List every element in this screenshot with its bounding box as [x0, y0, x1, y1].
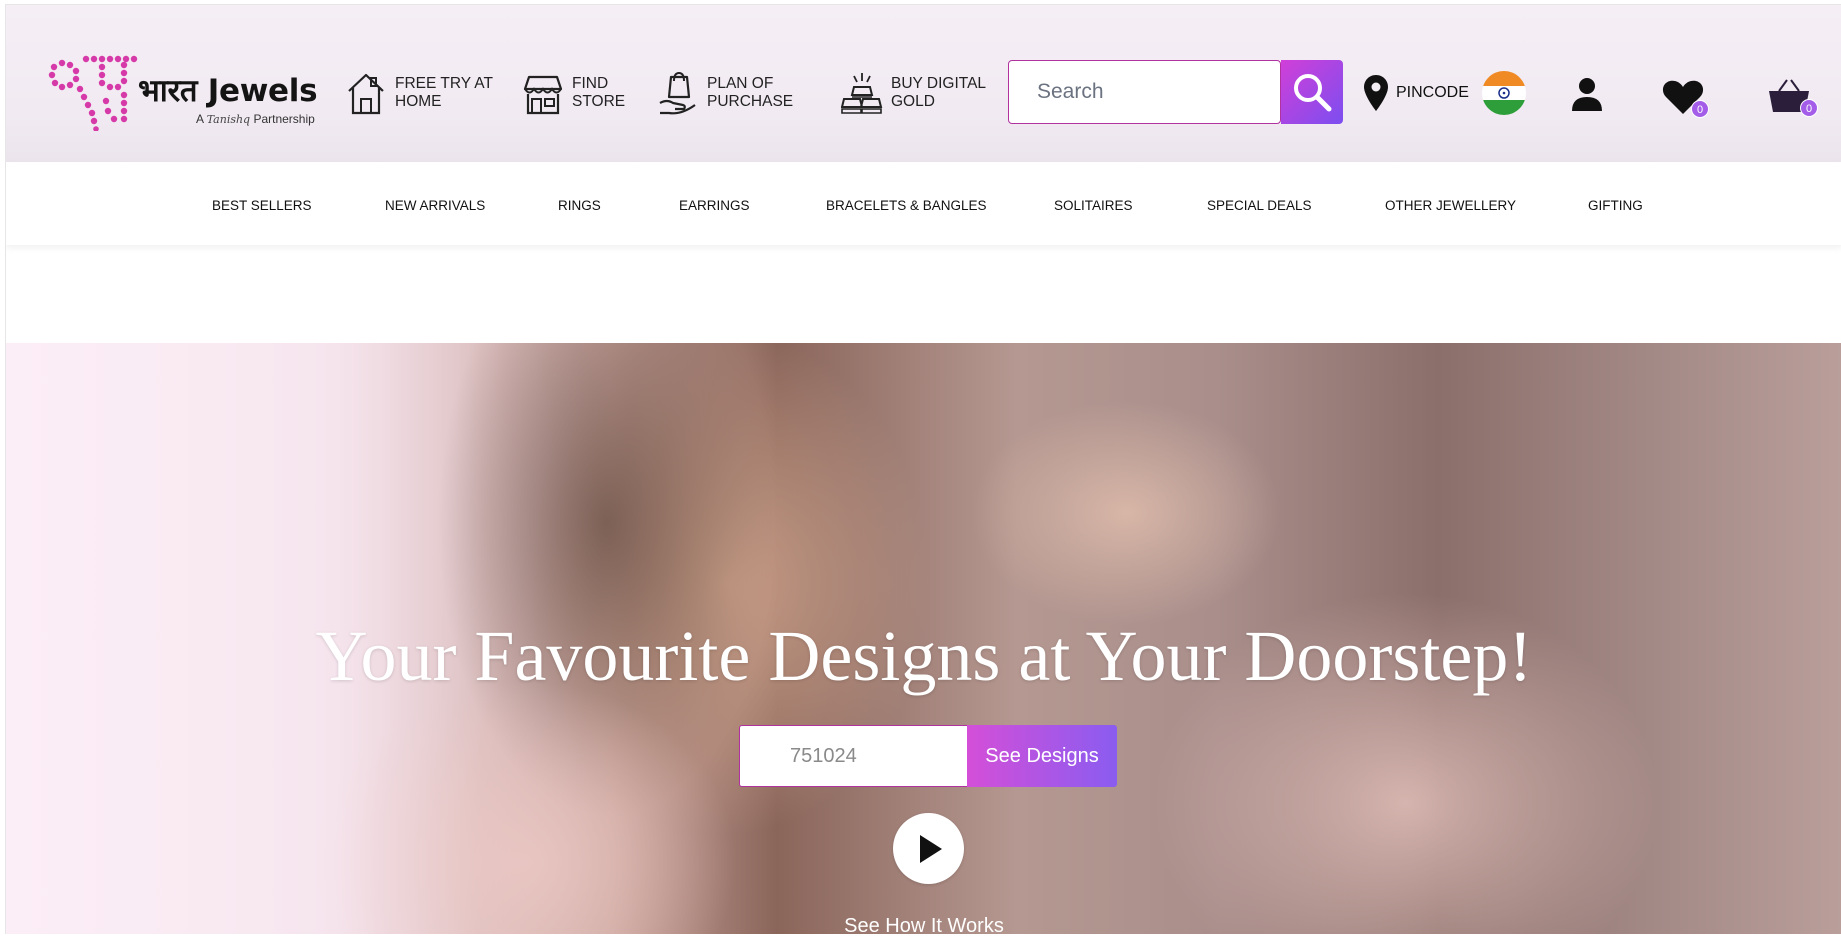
wishlist-button[interactable]: 0: [1658, 75, 1709, 119]
nav-item-earrings[interactable]: EARRINGS: [679, 198, 750, 213]
hero-pincode-input[interactable]: [739, 725, 967, 787]
hero-title: Your Favourite Designs at Your Doorstep!: [315, 616, 1533, 696]
nav-item-new-arrivals[interactable]: NEW ARRIVALS: [385, 198, 485, 213]
tagline-partner: Tanishq: [206, 113, 251, 126]
shopping-bag-hand-icon: [659, 71, 696, 115]
nav-item-solitaires[interactable]: SOLITAIRES: [1054, 198, 1133, 213]
plan-of-purchase-link[interactable]: PLAN OF PURCHASE: [657, 65, 793, 121]
see-designs-button[interactable]: See Designs: [967, 725, 1117, 787]
location-pin-icon: [1364, 75, 1388, 111]
header: भारत Jewels A Tanishq Partnership FREE T…: [6, 5, 1841, 162]
see-how-it-works-link[interactable]: See How It Works: [6, 915, 1841, 934]
brand-tagline: A Tanishq Partnership: [196, 112, 315, 126]
plan-of-purchase-label: PLAN OF PURCHASE: [707, 75, 794, 110]
logo-devanagari-mark: [48, 55, 138, 131]
free-try-at-home-label: FREE TRY AT HOME: [395, 75, 493, 110]
brand-name: भारत Jewels: [138, 73, 318, 109]
store-icon: [523, 75, 563, 115]
brand-logo[interactable]: भारत Jewels A Tanishq Partnership: [46, 53, 331, 133]
main-nav: BEST SELLERS NEW ARRIVALS RINGS EARRINGS…: [6, 162, 1841, 245]
find-store-link[interactable]: FIND STORE: [522, 65, 625, 121]
pincode-selector[interactable]: PINCODE: [1363, 73, 1469, 113]
cart-button[interactable]: 0: [1761, 73, 1818, 119]
buy-digital-gold-link[interactable]: BUY DIGITAL GOLD: [841, 65, 986, 121]
search-input[interactable]: [1008, 60, 1281, 124]
tagline-prefix: A: [196, 112, 204, 126]
buy-digital-gold-label: BUY DIGITAL GOLD: [891, 75, 987, 110]
nav-item-gifting[interactable]: GIFTING: [1588, 198, 1643, 213]
account-button[interactable]: [1569, 75, 1605, 113]
nav-item-special-deals[interactable]: SPECIAL DEALS: [1207, 198, 1312, 213]
hero-banner: Your Favourite Designs at Your Doorstep!…: [6, 343, 1841, 934]
india-flag-icon[interactable]: [1482, 71, 1526, 115]
free-try-at-home-link[interactable]: FREE TRY AT HOME: [345, 65, 493, 121]
search-icon: [1294, 74, 1332, 112]
page: भारत Jewels A Tanishq Partnership FREE T…: [5, 4, 1841, 934]
flag-graphic: [1482, 71, 1526, 115]
gold-bars-icon: [841, 73, 883, 114]
wishlist-count-badge: 0: [1691, 100, 1709, 118]
nav-item-best-sellers[interactable]: BEST SELLERS: [212, 198, 312, 213]
nav-item-rings[interactable]: RINGS: [558, 198, 601, 213]
tagline-suffix: Partnership: [253, 112, 315, 126]
cart-count-badge: 0: [1800, 99, 1818, 117]
pincode-label: PINCODE: [1396, 84, 1469, 101]
home-icon: [348, 73, 384, 115]
nav-item-bracelets-bangles[interactable]: BRACELETS & BANGLES: [826, 198, 987, 213]
search-button[interactable]: [1281, 60, 1343, 124]
play-icon: [919, 834, 942, 863]
play-video-button[interactable]: [893, 813, 964, 884]
find-store-label: FIND STORE: [572, 75, 626, 110]
user-icon: [1572, 78, 1602, 111]
nav-item-other-jewellery[interactable]: OTHER JEWELLERY: [1385, 198, 1516, 213]
